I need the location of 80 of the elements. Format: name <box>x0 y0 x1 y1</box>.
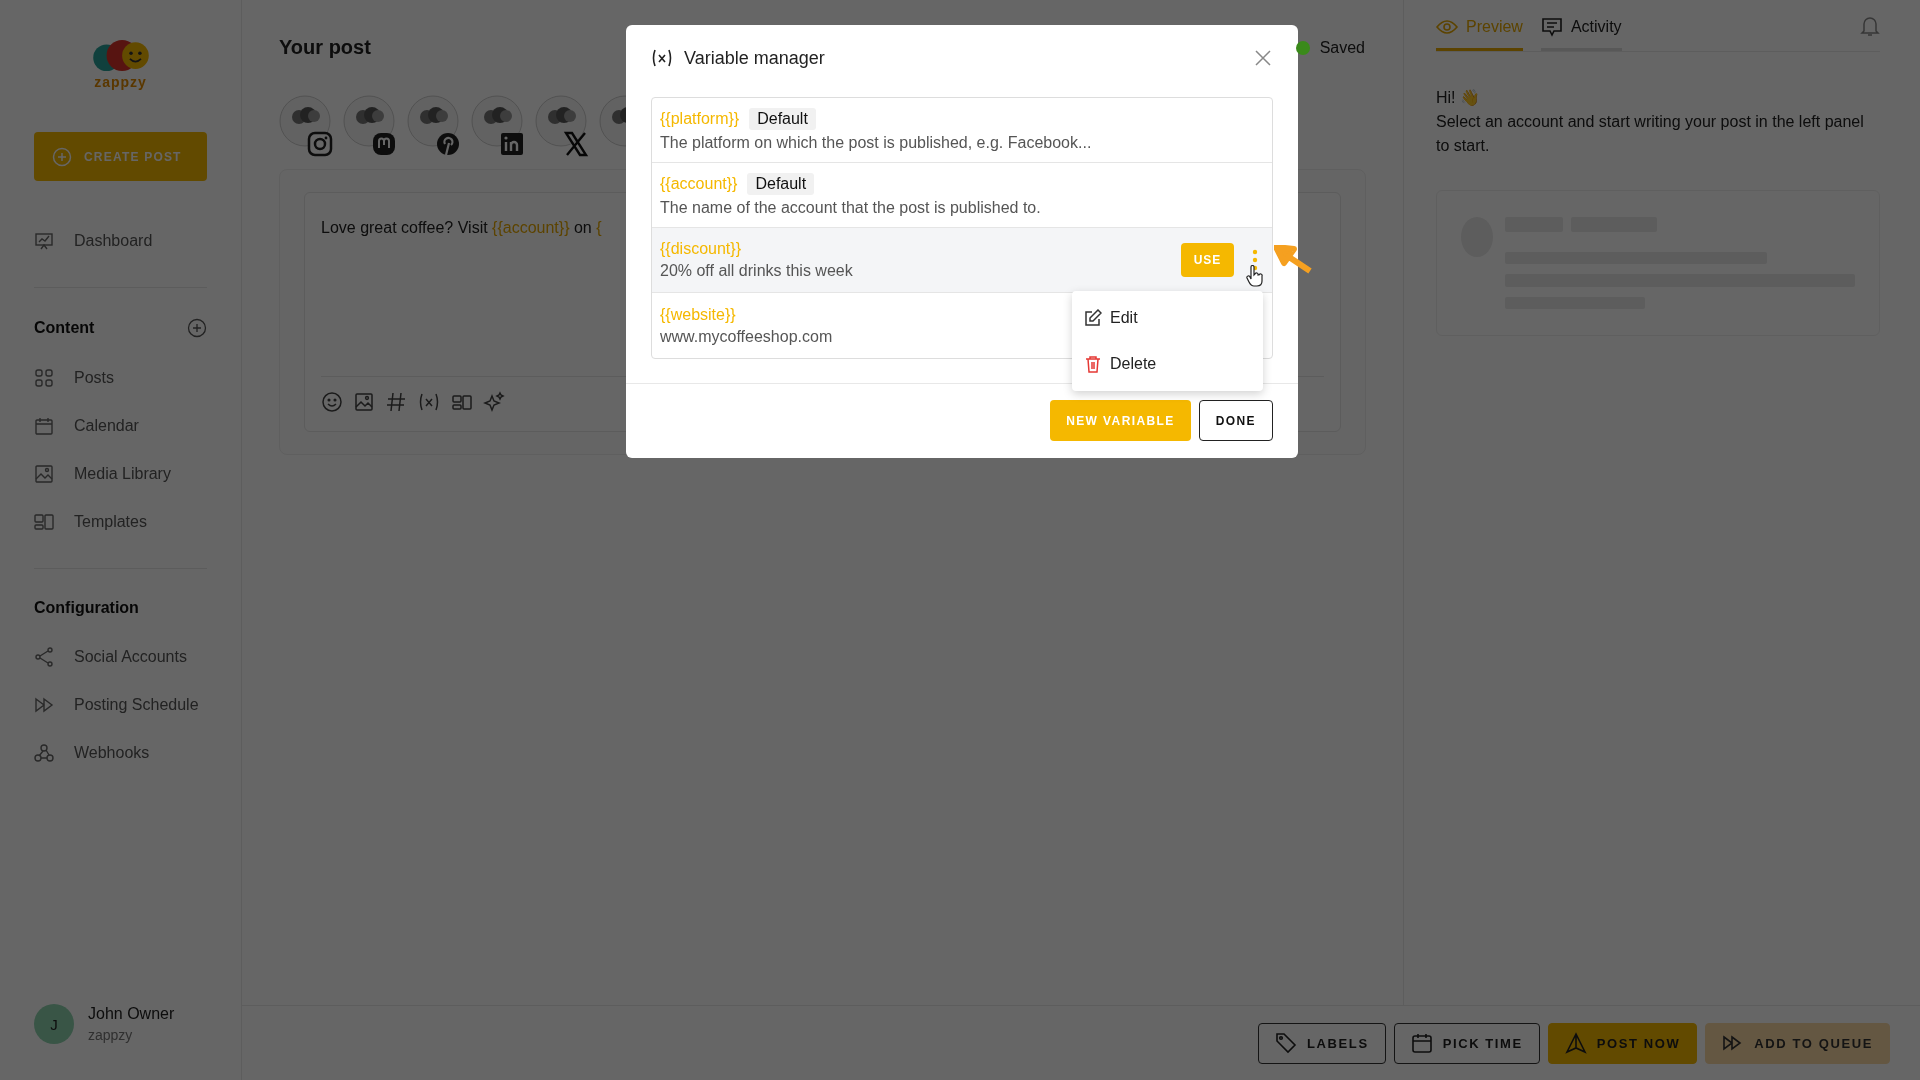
post-text: Love great coffee? Visit {{account}} on { <box>321 219 602 236</box>
grid-icon <box>34 368 54 388</box>
eye-icon <box>1436 18 1458 36</box>
user-name: John Owner <box>88 1005 175 1023</box>
image-icon <box>34 464 54 484</box>
add-icon[interactable] <box>187 318 207 338</box>
dialog-button[interactable]: DONE <box>1198 400 1273 441</box>
calendar-icon <box>1410 1032 1433 1054</box>
share-icon <box>34 647 54 667</box>
tab[interactable]: Activity <box>1540 0 1622 51</box>
tab[interactable]: Preview <box>1436 0 1523 51</box>
webhook-icon <box>34 743 54 763</box>
emoji-icon[interactable] <box>321 391 343 413</box>
greeting: Hi! 👋 <box>1436 88 1481 108</box>
calendar-icon <box>34 416 54 436</box>
nav-item[interactable]: Social Accounts <box>34 633 207 681</box>
variable-description: The name of the account that the post is published to. <box>660 199 1042 217</box>
action-button[interactable]: LABELS <box>1258 1022 1386 1064</box>
default-tag: Default <box>747 173 815 195</box>
hashtag-icon[interactable] <box>385 391 407 413</box>
user-avatar: J <box>34 1004 74 1044</box>
action-button[interactable]: POST NOW <box>1547 1022 1698 1064</box>
pencil-icon <box>1084 309 1102 327</box>
chat-icon <box>1540 17 1563 37</box>
pinterest-logo-icon <box>435 131 461 157</box>
variable-description: The platform on which the post is published, e.g. Facebook... <box>660 134 1093 152</box>
nav-item[interactable]: Posts <box>34 354 207 402</box>
variable-name: {{website}} <box>660 305 736 324</box>
image-icon[interactable] <box>353 391 375 413</box>
menu-item[interactable]: Edit <box>1072 295 1263 341</box>
section-title: Configuration <box>34 599 139 617</box>
variable-icon <box>650 47 674 69</box>
nav-item[interactable]: Calendar <box>34 402 207 450</box>
tag-icon <box>1275 1032 1298 1054</box>
create-post-button[interactable]: CREATE POST <box>34 132 207 181</box>
nav-item[interactable]: Dashboard <box>34 217 207 265</box>
mastodon-logo-icon <box>371 131 397 157</box>
variable-name: {{account}} <box>660 175 738 193</box>
logo: zappzy <box>87 40 154 90</box>
bell-icon[interactable] <box>1860 14 1880 37</box>
sparkle-icon[interactable] <box>483 391 505 413</box>
section-title: Content <box>34 319 95 337</box>
nav-item[interactable]: Media Library <box>34 450 207 498</box>
send-icon <box>1564 1032 1587 1054</box>
status-label: Saved <box>1319 38 1365 57</box>
variable-name: {{discount}} <box>660 240 741 258</box>
presentation-chart-icon <box>34 231 54 251</box>
preview-message: Select an account and start writing your post in the left panel to start. <box>1436 112 1865 156</box>
account-avatar[interactable] <box>279 95 331 157</box>
variable-row[interactable]: {{discount}} 20% off all drinks this week USE <box>652 228 1272 293</box>
account-avatar[interactable] <box>407 95 459 157</box>
action-button[interactable]: ADD TO QUEUE <box>1705 1022 1890 1064</box>
plus-circle-icon <box>52 146 72 167</box>
variable-description: www.mycoffeeshop.com <box>660 327 834 346</box>
instagram-logo-icon <box>307 131 333 157</box>
account-avatar[interactable] <box>343 95 395 157</box>
forward-icon <box>34 695 54 715</box>
arrow-annotation <box>1274 245 1312 275</box>
nav-item[interactable]: Templates <box>34 498 207 546</box>
action-button[interactable]: PICK TIME <box>1393 1022 1540 1064</box>
account-avatar[interactable] <box>471 95 523 157</box>
default-tag: Default <box>749 108 816 130</box>
hand-cursor-icon <box>1245 265 1263 287</box>
post-title: Your post <box>279 36 371 59</box>
menu-item[interactable]: Delete <box>1072 341 1263 387</box>
close-icon[interactable] <box>1254 49 1272 67</box>
use-button[interactable]: USE <box>1181 243 1234 277</box>
nav-item[interactable]: Posting Schedule <box>34 681 207 729</box>
x-logo-icon <box>563 131 589 157</box>
account-avatar[interactable] <box>535 95 587 157</box>
variable-icon[interactable] <box>417 391 441 413</box>
dialog-button[interactable]: NEW VARIABLE <box>1050 400 1191 441</box>
variable-description: 20% off all drinks this week <box>660 262 854 280</box>
trash-icon <box>1084 355 1102 373</box>
more-options-icon[interactable] <box>1252 249 1258 271</box>
linkedin-logo-icon <box>499 131 525 157</box>
templates-icon <box>34 512 54 532</box>
nav-item[interactable]: Webhooks <box>34 729 207 777</box>
variable-name: {{platform}} <box>660 110 740 128</box>
dialog-title: Variable manager <box>684 47 825 69</box>
